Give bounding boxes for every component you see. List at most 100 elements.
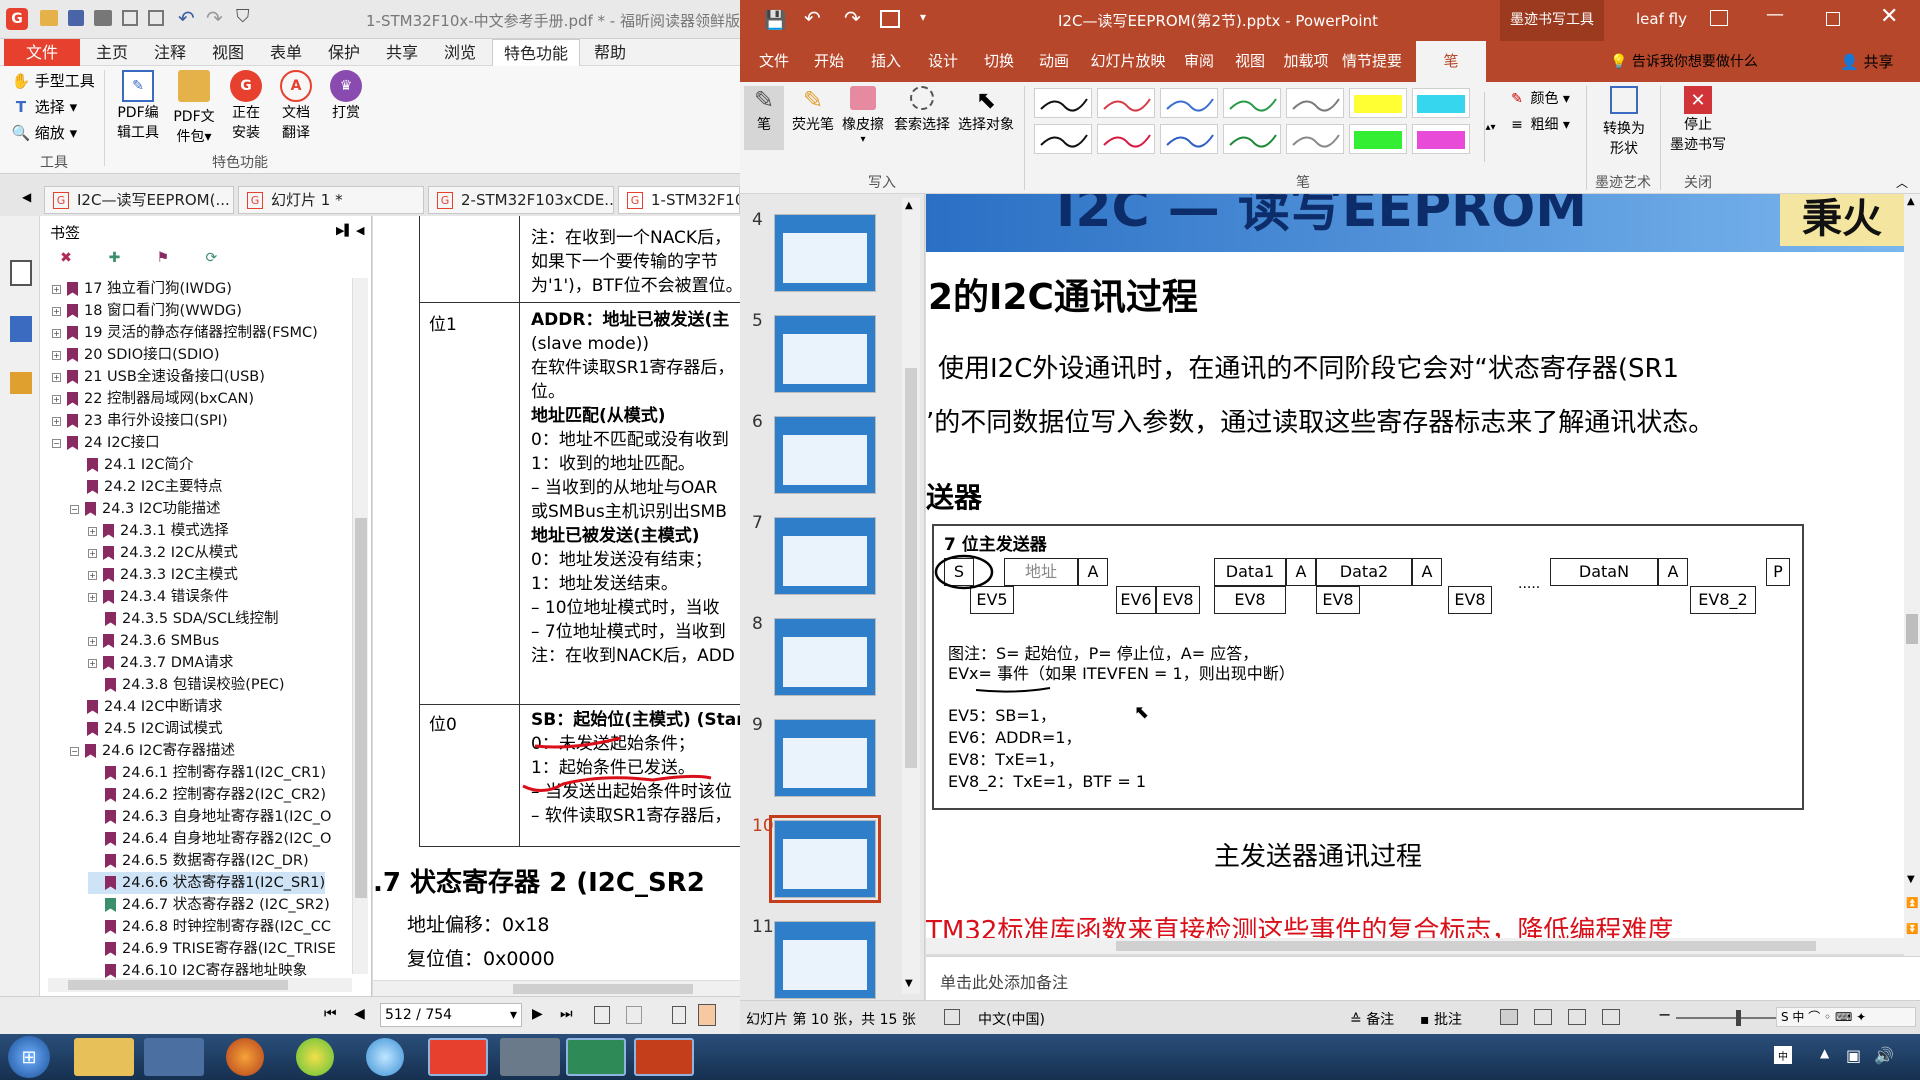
bookmark-hscroll[interactable] <box>48 978 352 992</box>
customize-qat-icon[interactable]: ▾ <box>920 10 926 24</box>
bookmark-item[interactable]: +24.3.4 错误条件 <box>88 586 229 608</box>
expand-icon[interactable]: + <box>88 592 97 602</box>
bookmark-item[interactable]: 24.3.5 SDA/SCL线控制 <box>88 608 279 630</box>
new-icon[interactable] <box>148 10 164 26</box>
taskbar-qq-icon[interactable] <box>366 1038 404 1076</box>
bookmark-item[interactable]: 24.6.2 控制寄存器2(I2C_CR2) <box>88 784 326 806</box>
pen-preset[interactable] <box>1160 124 1218 154</box>
bookmark-item[interactable]: +24.3.3 I2C主模式 <box>88 564 238 586</box>
expand-icon[interactable]: + <box>52 416 61 426</box>
tray-network-icon[interactable]: ▣ <box>1846 1046 1861 1065</box>
ppt-tab[interactable]: 笔 <box>1416 41 1486 82</box>
pen-preset[interactable] <box>1412 88 1470 118</box>
slide-hscroll-thumb[interactable] <box>1116 941 1816 951</box>
bookmark-item[interactable]: 24.6.1 控制寄存器1(I2C_CR1) <box>88 762 326 784</box>
pen-tool-button[interactable]: ✎ 笔 <box>744 86 784 150</box>
expand-icon[interactable]: + <box>88 636 97 646</box>
scroll-down-icon[interactable]: ▼ <box>1907 874 1915 885</box>
bookmark-item[interactable]: +24.3.2 I2C从模式 <box>88 542 238 564</box>
pen-preset[interactable] <box>1349 124 1407 154</box>
ime-toolbar[interactable]: S 中 ⌒ ◦ ⌨ ✦ <box>1776 1007 1916 1027</box>
doc-tab-stm32-datasheet[interactable]: G 2-STM32F103xCDE... <box>428 186 614 214</box>
taskbar-camtasia-icon[interactable] <box>566 1038 626 1076</box>
taskbar-terminal-icon[interactable] <box>144 1038 204 1076</box>
bookmark-item[interactable]: − 24.3 I2C功能描述 <box>70 498 221 520</box>
collapse-icon[interactable]: − <box>70 504 79 514</box>
menu-share[interactable]: 共享 <box>378 39 426 66</box>
expand-icon[interactable]: + <box>52 328 61 338</box>
scroll-down-icon[interactable]: ▼ <box>905 978 913 989</box>
present-icon[interactable] <box>880 10 900 28</box>
bookmark-expand-icon[interactable]: ⟳ <box>201 250 221 266</box>
bookmark-item[interactable]: 24.6.6 状态寄存器1(I2C_SR1) <box>88 872 326 894</box>
bookmark-item[interactable]: 24.6.4 自身地址寄存器2(I2C_O <box>88 828 331 850</box>
gallery-more-icon[interactable]: ▴▾ <box>1484 92 1496 162</box>
bookmark-item[interactable]: 24.6.9 TRISE寄存器(I2C_TRISE <box>88 938 336 960</box>
language-indicator[interactable]: 中文(中国) <box>978 1009 1045 1029</box>
slide-scroll-thumb[interactable] <box>1906 614 1918 644</box>
taskbar-powerpoint-icon[interactable] <box>634 1038 694 1076</box>
bookmark-item[interactable]: 24.3.8 包错误校验(PEC) <box>88 674 285 696</box>
menu-view[interactable]: 视图 <box>204 39 252 66</box>
bookmark-item[interactable]: 24.5 I2C调试模式 <box>70 718 223 740</box>
zoom-out-icon[interactable]: − <box>1658 1005 1671 1024</box>
pen-preset[interactable] <box>1349 88 1407 118</box>
normal-view-icon[interactable] <box>1500 1009 1518 1025</box>
ppt-tab[interactable]: 切换 <box>972 41 1026 82</box>
undo-icon[interactable]: ↶ <box>804 6 821 30</box>
pen-preset[interactable] <box>1286 124 1344 154</box>
bookmark-item[interactable]: +17 独立看门狗(IWDG) <box>52 278 232 300</box>
slide-vscroll[interactable]: ▲ ▼ ⏫ ⏬ <box>1904 194 1920 956</box>
bookmark-item[interactable]: 24.6.7 状态寄存器2 (I2C_SR2) <box>88 894 330 916</box>
prev-page-icon[interactable]: ◀ <box>354 1006 365 1022</box>
taskbar-foxit-icon[interactable] <box>428 1038 488 1076</box>
ppt-tab[interactable]: 插入 <box>858 41 914 82</box>
bookmark-item[interactable]: 24.4 I2C中断请求 <box>70 696 223 718</box>
select-tool-button[interactable]: T 选择 ▾ <box>12 96 77 117</box>
tray-ime-icon[interactable]: 中 <box>1774 1046 1792 1064</box>
bookmark-scrollbar[interactable] <box>352 278 368 974</box>
tray-volume-icon[interactable]: 🔊 <box>1874 1046 1894 1065</box>
doc-translate-button[interactable]: A 文档 翻译 <box>272 70 320 142</box>
delete-bookmark-icon[interactable]: ✖ <box>56 250 76 266</box>
collapse-ribbon-icon[interactable]: ︿ <box>1896 174 1908 191</box>
bookmark-item[interactable]: 24.6.5 数据寄存器(I2C_DR) <box>88 850 309 872</box>
tip-button[interactable]: ♛ 打赏 <box>322 70 370 122</box>
expand-icon[interactable]: + <box>88 548 97 558</box>
undo-icon[interactable]: ↶ <box>178 6 195 30</box>
slide-thumbnail[interactable] <box>774 921 876 999</box>
save-icon[interactable]: 💾 <box>764 10 786 31</box>
notes-pane[interactable]: 单击此处添加备注 <box>926 956 1920 1000</box>
pen-preset[interactable] <box>1223 88 1281 118</box>
slide-sorter-icon[interactable] <box>1534 1009 1552 1025</box>
slide-hscroll[interactable] <box>926 938 1904 954</box>
pen-preset[interactable] <box>1286 88 1344 118</box>
collapse-panel-icon[interactable]: ◀ <box>356 224 364 237</box>
ppt-tab[interactable]: 视图 <box>1224 41 1276 82</box>
facing-continuous-icon[interactable] <box>698 1004 716 1026</box>
pages-nav-icon[interactable] <box>10 316 32 342</box>
bookmark-item[interactable]: 24.6.3 自身地址寄存器1(I2C_O <box>88 806 331 828</box>
next-page-icon[interactable]: ▶ <box>532 1006 543 1022</box>
pen-preset[interactable] <box>1223 124 1281 154</box>
menu-protect[interactable]: 保护 <box>320 39 368 66</box>
pdf-page-view[interactable]: 注：在收到一个NACK后， 如果下一个要传输的字节 为'1')，BTF位不会被置位。… <box>373 216 740 980</box>
expand-icon[interactable]: + <box>52 284 61 294</box>
single-page-icon[interactable] <box>594 1006 610 1024</box>
expand-icon[interactable]: + <box>88 526 97 536</box>
zoom-slider-thumb[interactable] <box>1736 1010 1741 1026</box>
prev-slide-icon[interactable]: ⏫ <box>1906 898 1918 909</box>
menu-help[interactable]: 帮助 <box>586 39 634 66</box>
bookmark-item[interactable]: − 24 I2C接口 <box>52 432 160 454</box>
bookmark-item[interactable]: +23 串行外设接口(SPI) <box>52 410 228 432</box>
maximize-icon[interactable] <box>1826 12 1840 26</box>
expand-icon[interactable]: + <box>52 372 61 382</box>
expand-panel-icon[interactable]: ▶▌ <box>336 224 353 237</box>
bookmark-scroll-thumb[interactable] <box>355 518 367 898</box>
menu-form[interactable]: 表单 <box>262 39 310 66</box>
ppt-tab[interactable]: 开始 <box>800 41 858 82</box>
add-bookmark-icon[interactable]: ✚ <box>104 250 124 266</box>
scroll-up-icon[interactable]: ▲ <box>1907 196 1915 207</box>
expand-icon[interactable]: + <box>52 394 61 404</box>
slide-thumbnail[interactable] <box>774 416 876 494</box>
